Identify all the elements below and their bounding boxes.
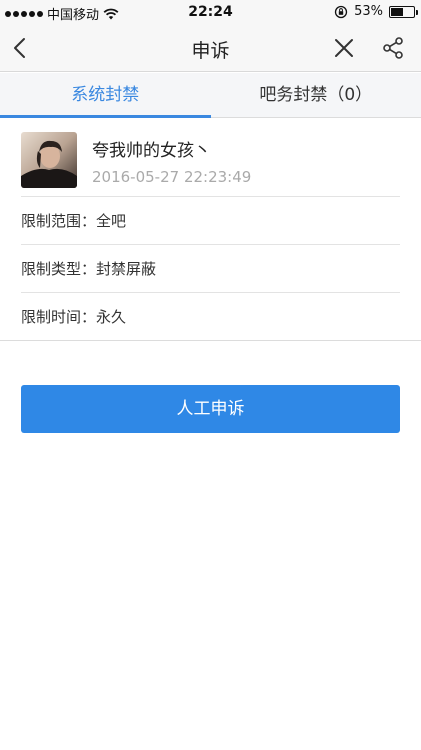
close-button[interactable] [328, 32, 360, 64]
status-right: 53% [334, 4, 418, 19]
restriction-scope-label: 限制范围： [21, 212, 97, 230]
user-info-row: 夸我帅的女孩丶 2016-05-27 22:23:49 [21, 131, 400, 197]
user-name: 夸我帅的女孩丶 [92, 141, 211, 161]
restriction-duration-label: 限制时间： [21, 308, 97, 326]
tab-bar: 系统封禁 吧务封禁（0） [0, 73, 421, 118]
nav-bar: 申诉 [0, 24, 421, 72]
battery-fill [391, 7, 403, 16]
tab-moderator-ban[interactable]: 吧务封禁（0） [211, 73, 421, 117]
share-icon [383, 37, 403, 59]
status-bar: 中国移动 22:24 53% [0, 0, 421, 24]
restriction-type-label: 限制类型： [21, 260, 97, 278]
close-icon [335, 39, 353, 57]
share-button[interactable] [377, 32, 409, 64]
restriction-scope-value: 全吧 [96, 212, 127, 230]
orientation-lock-icon [334, 5, 348, 18]
restriction-duration-value: 永久 [96, 308, 127, 326]
restriction-type-value: 封禁屏蔽 [96, 260, 157, 278]
avatar-image [21, 132, 77, 188]
battery-percent: 53% [354, 4, 383, 19]
avatar [21, 132, 77, 188]
tab-system-ban[interactable]: 系统封禁 [0, 73, 211, 118]
battery-icon [389, 5, 418, 18]
restriction-scope-row: 限制范围：全吧 [21, 197, 400, 245]
restriction-type-row: 限制类型：封禁屏蔽 [21, 245, 400, 293]
timestamp: 2016-05-27 22:23:49 [92, 168, 252, 186]
manual-appeal-button[interactable]: 人工申诉 [21, 385, 400, 433]
restriction-duration-row: 限制时间：永久 [0, 293, 421, 341]
